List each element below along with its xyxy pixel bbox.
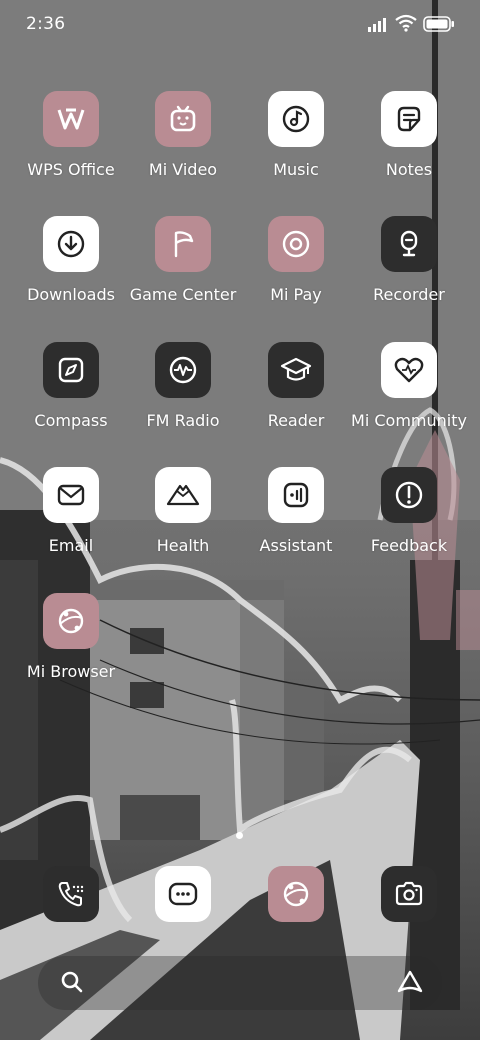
mi-video-icon (155, 91, 211, 147)
notes-icon (381, 91, 437, 147)
email-icon (43, 467, 99, 523)
app-label: Mi Browser (26, 662, 116, 681)
fm-radio-icon (155, 342, 211, 398)
wifi-icon (395, 14, 417, 32)
browser-icon (281, 879, 311, 909)
app-feedback[interactable]: Feedback (353, 467, 465, 577)
phone-icon (56, 879, 86, 909)
app-email[interactable]: Email (15, 467, 127, 577)
status-time: 2:36 (26, 14, 66, 34)
app-health[interactable]: Health (127, 467, 239, 577)
app-mi-community[interactable]: Mi Community (351, 342, 467, 452)
dock-phone-button[interactable] (43, 866, 99, 922)
app-recorder[interactable]: Recorder (353, 216, 465, 326)
wps-office-icon (43, 91, 99, 147)
dock-camera-button[interactable] (381, 866, 437, 922)
game-center-icon (155, 216, 211, 272)
assistant-icon (268, 467, 324, 523)
cellular-signal-icon (368, 18, 386, 32)
search-icon[interactable] (60, 970, 84, 994)
app-music[interactable]: Music (240, 91, 352, 201)
app-mi-video[interactable]: Mi Video (127, 91, 239, 201)
compass-icon (43, 342, 99, 398)
camera-icon (393, 879, 425, 909)
app-downloads[interactable]: Downloads (15, 216, 127, 326)
recorder-icon (381, 216, 437, 272)
music-icon (268, 91, 324, 147)
downloads-icon (43, 216, 99, 272)
app-reader[interactable]: Reader (240, 342, 352, 452)
mi-community-icon (381, 342, 437, 398)
app-compass[interactable]: Compass (15, 342, 127, 452)
app-wps-office[interactable]: WPS Office (15, 91, 127, 201)
app-mi-pay[interactable]: Mi Pay (240, 216, 352, 326)
dock-browser-button[interactable] (268, 866, 324, 922)
app-notes[interactable]: Notes (353, 91, 465, 201)
page-indicator-dot (236, 832, 243, 839)
status-bar: 2:36 (0, 0, 480, 50)
app-label: Notes (385, 160, 433, 179)
ai-assistant-icon[interactable] (397, 970, 423, 994)
app-label: Feedback (370, 536, 448, 555)
app-game-center[interactable]: Game Center (127, 216, 239, 326)
battery-icon (423, 16, 454, 32)
dock-messages-button[interactable] (155, 866, 211, 922)
app-fm-radio[interactable]: FM Radio (127, 342, 239, 452)
search-bar[interactable] (38, 956, 442, 1010)
reader-icon (268, 342, 324, 398)
mi-pay-icon (268, 216, 324, 272)
feedback-icon (381, 467, 437, 523)
app-assistant[interactable]: Assistant (240, 467, 352, 577)
app-mi-browser[interactable]: Mi Browser (15, 593, 127, 703)
health-icon (155, 467, 211, 523)
mi-browser-icon (43, 593, 99, 649)
messages-icon (167, 879, 199, 909)
app-label: Mi Community (351, 411, 467, 430)
app-label: Recorder (373, 285, 445, 304)
